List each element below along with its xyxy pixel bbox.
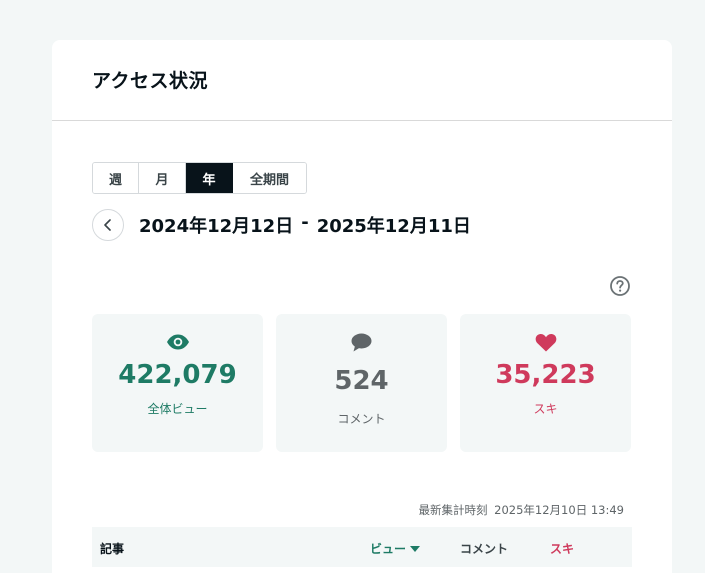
page-title: アクセス状況	[92, 70, 209, 92]
tab-month[interactable]: 月	[139, 163, 186, 193]
tab-week[interactable]: 週	[93, 163, 139, 193]
article-table-header: 記事 ビュー コメント スキ	[92, 527, 632, 567]
tab-all-time[interactable]: 全期間	[233, 163, 306, 193]
views-stat: 422,079 全体ビュー	[92, 314, 263, 452]
column-article: 記事	[100, 542, 125, 556]
tab-year[interactable]: 年	[186, 163, 233, 193]
range-start: 2024年12月12日	[139, 216, 294, 237]
column-views[interactable]: ビュー	[370, 540, 421, 557]
chevron-left-icon	[104, 219, 111, 231]
help-icon[interactable]	[609, 275, 631, 297]
views-value: 422,079	[118, 360, 237, 390]
likes-stat: 35,223 スキ	[460, 314, 631, 452]
heart-icon	[535, 332, 557, 352]
eye-icon	[166, 332, 190, 352]
date-range: 2024年12月12日 - 2025年12月11日	[139, 212, 471, 238]
likes-value: 35,223	[495, 360, 596, 390]
caret-down-icon	[410, 546, 421, 552]
comments-stat: 524 コメント	[276, 314, 447, 452]
date-range-row: 2024年12月12日 - 2025年12月11日	[92, 209, 471, 241]
stats-row: 422,079 全体ビュー 524 コメント 35,223 スキ	[92, 314, 631, 452]
range-end: 2025年12月11日	[316, 216, 471, 237]
period-tabs: 週 月 年 全期間	[92, 162, 307, 194]
card-header: アクセス状況	[52, 40, 672, 121]
column-comments[interactable]: コメント	[460, 540, 508, 557]
comments-label: コメント	[337, 412, 386, 426]
last-updated-time: 2025年12月10日 13:49	[494, 503, 624, 517]
previous-period-button[interactable]	[92, 209, 124, 241]
column-likes[interactable]: スキ	[550, 540, 574, 557]
last-updated-label: 最新集計時刻	[418, 503, 488, 517]
likes-label: スキ	[533, 402, 558, 416]
comment-icon	[351, 332, 372, 352]
range-separator: -	[301, 212, 309, 233]
access-status-card: アクセス状況 週 月 年 全期間 2024年12月12日 - 2025年12月1…	[52, 40, 672, 573]
views-label: 全体ビュー	[147, 402, 208, 416]
last-updated: 最新集計時刻 2025年12月10日 13:49	[419, 502, 625, 518]
column-views-label: ビュー	[370, 542, 407, 556]
comments-value: 524	[334, 366, 389, 396]
